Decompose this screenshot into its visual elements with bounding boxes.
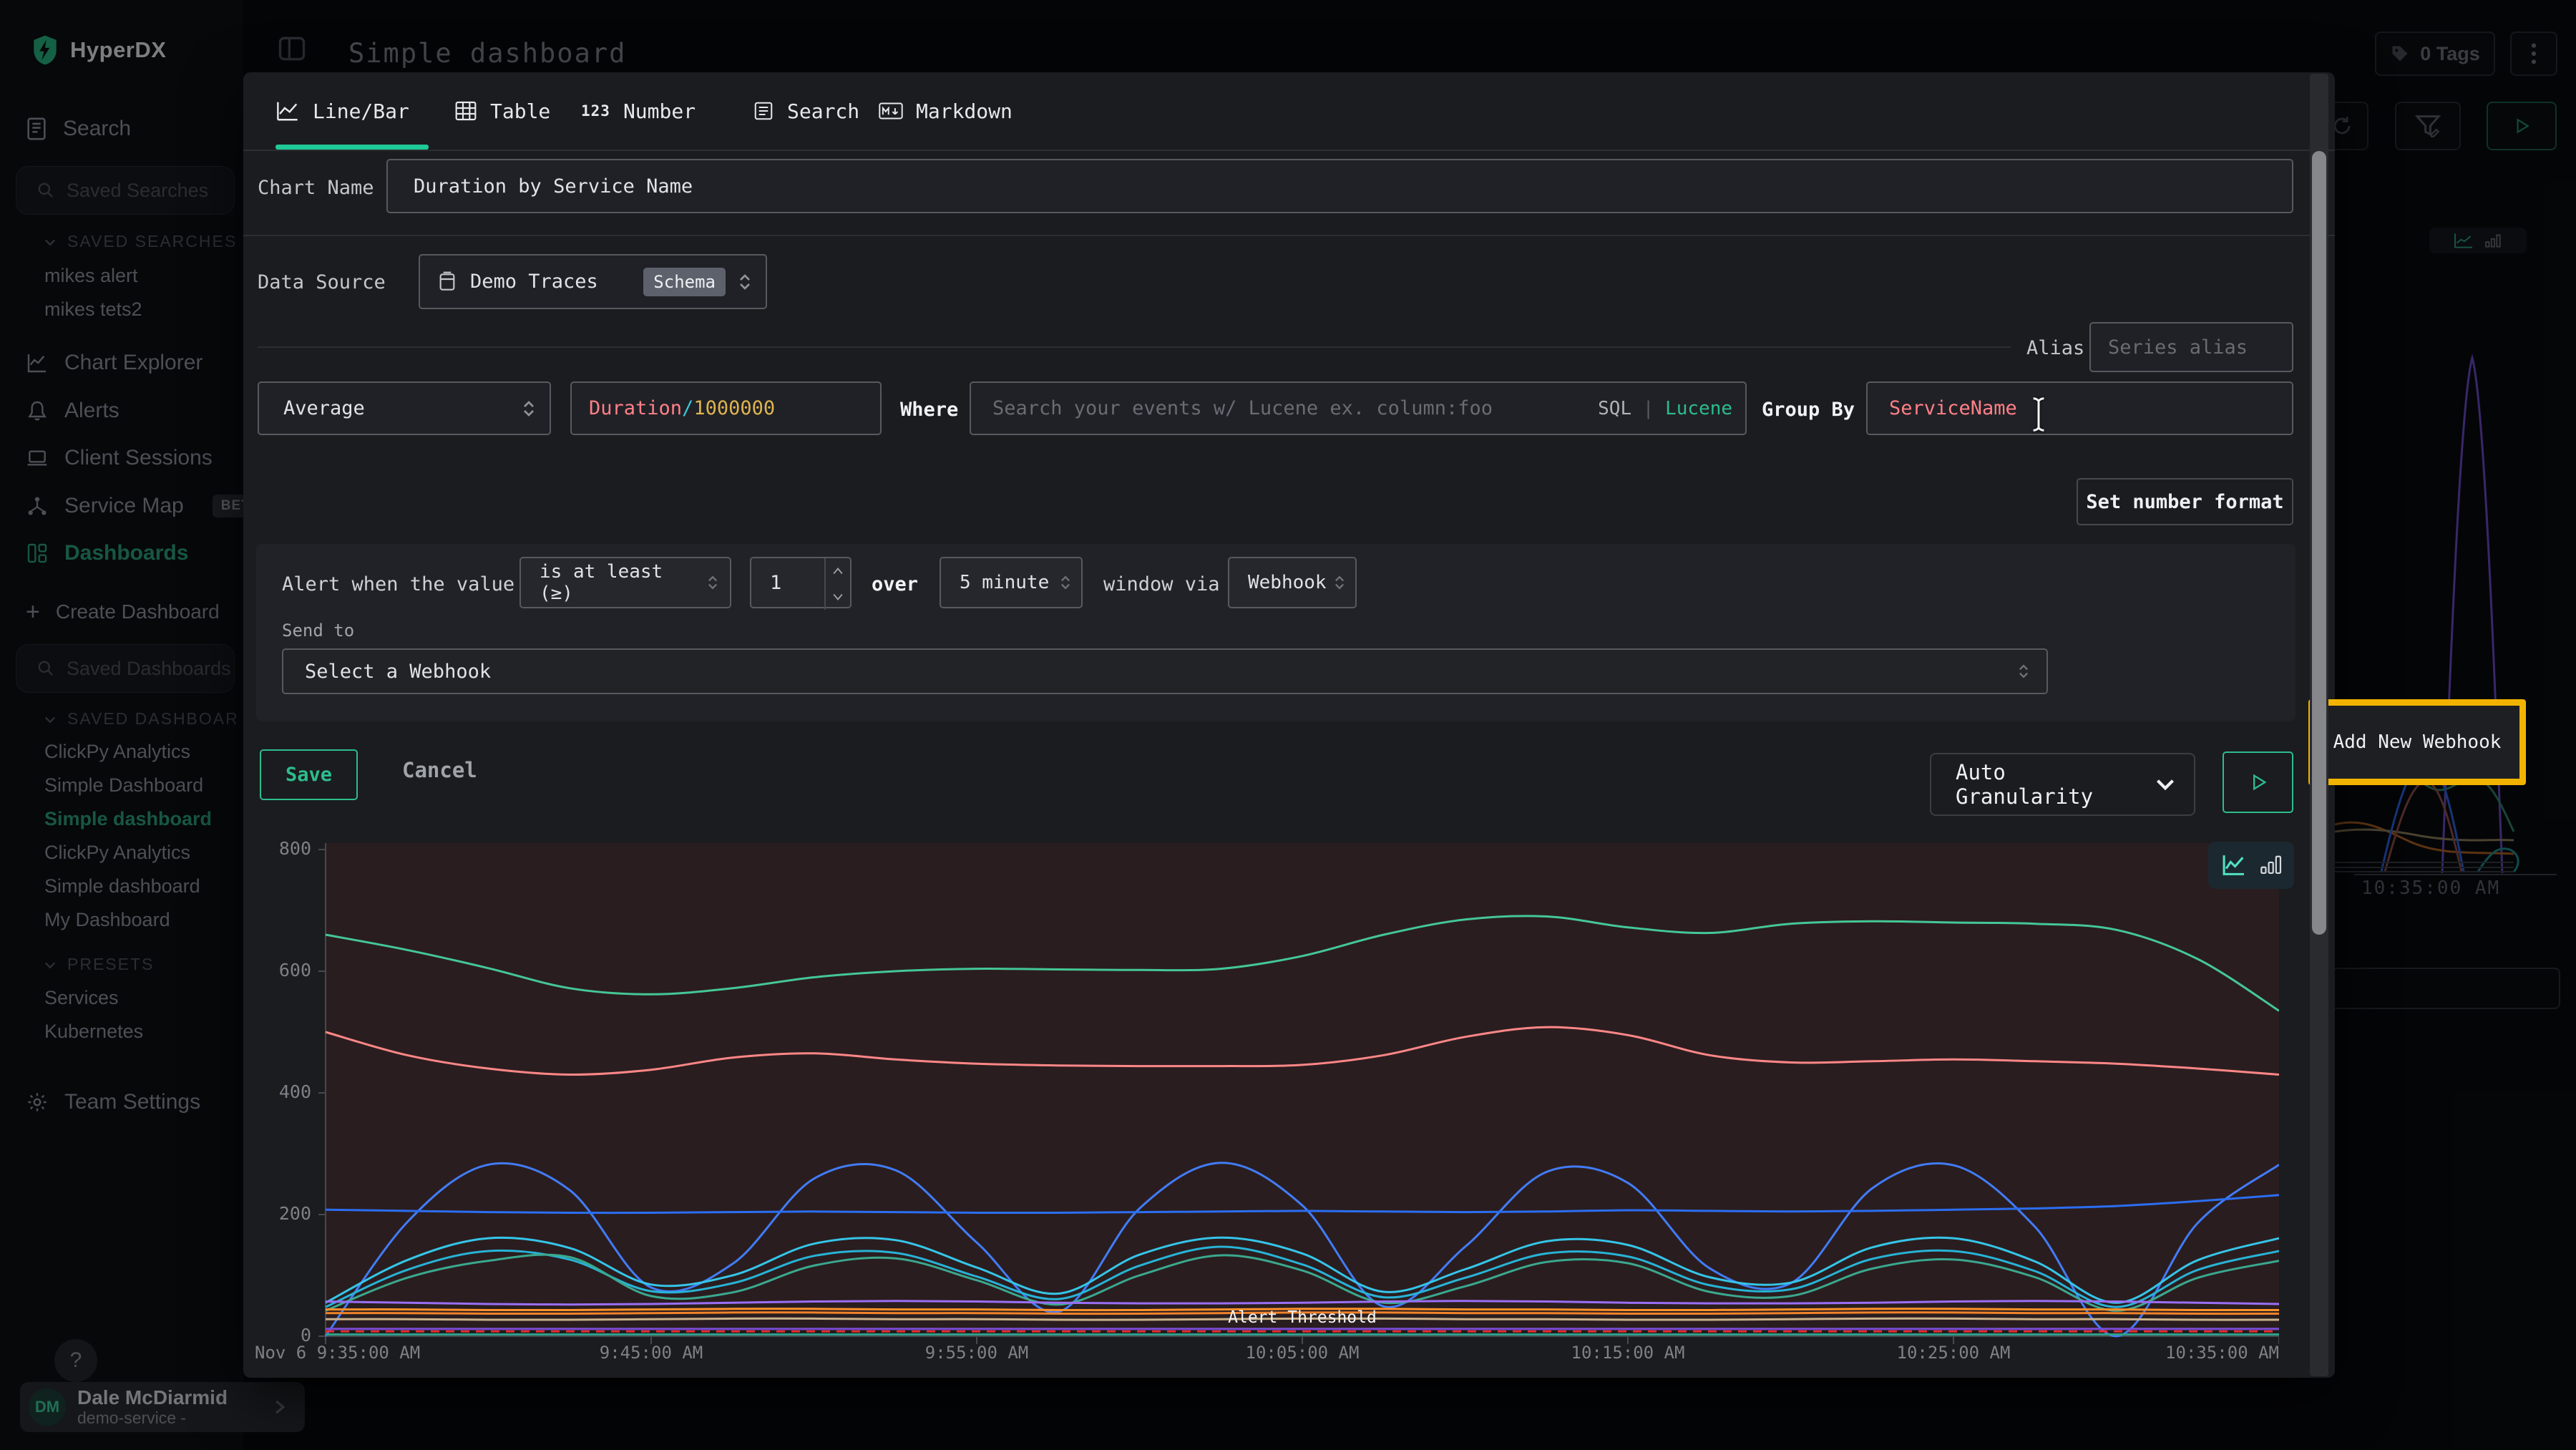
alert-over-label: over xyxy=(872,573,918,595)
webhook-select[interactable]: Select a Webhook xyxy=(282,648,2048,694)
select-chevrons-icon xyxy=(1334,573,1345,592)
edit-chart-modal: Line/Bar Table 123 Number Search Markdow… xyxy=(243,72,2335,1378)
cancel-button[interactable]: Cancel xyxy=(402,758,477,782)
set-number-format-button[interactable]: Set number format xyxy=(2077,478,2293,525)
app-window: HyperDX Search Saved Searches SAVED SEAR… xyxy=(0,0,2576,1450)
data-source-label: Data Source xyxy=(258,271,386,293)
chart-type-toggle[interactable] xyxy=(2208,842,2294,889)
y-tick-label: 600 xyxy=(243,960,311,981)
query-language-toggle[interactable]: SQL | Lucene xyxy=(1598,398,1732,419)
select-chevrons-icon xyxy=(2018,662,2029,681)
tab-table[interactable]: Table xyxy=(454,72,550,150)
bar-chart-icon xyxy=(2260,853,2282,877)
group-by-input[interactable]: ServiceName xyxy=(1866,381,2293,435)
add-new-webhook-button[interactable]: Add New Webhook xyxy=(2333,731,2502,753)
tab-search[interactable]: Search xyxy=(753,72,859,150)
table-icon xyxy=(454,100,477,122)
x-tick-label: 10:05:00 AM xyxy=(1195,1343,1410,1363)
select-chevrons-icon xyxy=(522,398,535,419)
alias-input[interactable]: Series alias xyxy=(2089,322,2293,372)
select-chevrons-icon xyxy=(707,573,718,592)
y-tick-label: 400 xyxy=(243,1081,311,1102)
scrollbar-thumb[interactable] xyxy=(2312,151,2326,935)
tab-markdown[interactable]: Markdown xyxy=(879,72,1013,150)
alert-window-select[interactable]: 5 minute xyxy=(940,557,1083,608)
alias-label: Alias xyxy=(2026,337,2084,359)
x-tick-label: Nov 6 9:35:00 AM xyxy=(255,1343,420,1363)
send-to-label: Send to xyxy=(282,621,354,641)
alert-prefix: Alert when the value xyxy=(282,573,514,595)
play-icon xyxy=(2248,772,2268,792)
database-icon xyxy=(437,271,457,293)
line-chart-icon xyxy=(275,100,300,122)
schema-badge[interactable]: Schema xyxy=(643,268,726,296)
divider xyxy=(243,235,2335,236)
chevron-down-icon xyxy=(2155,777,2175,792)
where-label: Where xyxy=(900,399,958,421)
markdown-icon xyxy=(879,100,903,122)
text-cursor-icon xyxy=(2029,396,2048,433)
chart-name-label: Chart Name xyxy=(258,177,374,199)
modal-scrollbar[interactable] xyxy=(2310,74,2328,1376)
tab-number[interactable]: 123 Number xyxy=(581,72,696,150)
aggregation-select[interactable]: Average xyxy=(258,381,551,435)
active-tab-indicator xyxy=(275,145,429,150)
x-tick-label: 10:35:00 AM xyxy=(2150,1343,2279,1363)
data-source-select[interactable]: Demo Traces Schema xyxy=(419,254,767,309)
alert-channel-select[interactable]: Webhook xyxy=(1228,557,1357,608)
select-chevrons-icon xyxy=(1060,573,1071,592)
add-webhook-highlight: Add New Webhook xyxy=(2308,699,2526,785)
alert-condition-select[interactable]: is at least (≥) xyxy=(519,557,731,608)
chart-type-tabs: Line/Bar Table 123 Number Search Markdow… xyxy=(243,72,2335,151)
number-123-icon: 123 xyxy=(581,102,610,120)
number-stepper[interactable] xyxy=(824,558,850,610)
y-tick-label: 200 xyxy=(243,1203,311,1224)
x-tick-label: 10:15:00 AM xyxy=(1521,1343,1735,1363)
alert-via-label: window via xyxy=(1103,573,1220,595)
where-search-input[interactable]: Search your events w/ Lucene ex. column:… xyxy=(970,381,1747,435)
field-expression-input[interactable]: Duration/1000000 xyxy=(570,381,882,435)
y-tick-label: 800 xyxy=(243,838,311,859)
group-by-label: Group By xyxy=(1762,399,1855,421)
select-chevrons-icon xyxy=(738,271,751,293)
chart-name-input[interactable]: Duration by Service Name xyxy=(386,159,2293,213)
x-tick-label: 9:55:00 AM xyxy=(869,1343,1084,1363)
alert-preview-chart[interactable] xyxy=(297,802,2279,1360)
x-tick-label: 9:45:00 AM xyxy=(544,1343,758,1363)
tab-line-bar[interactable]: Line/Bar xyxy=(275,72,409,150)
line-chart-icon xyxy=(2220,853,2248,877)
alert-threshold-label: Alert Threshold xyxy=(1188,1308,1417,1327)
search-doc-icon xyxy=(753,100,774,122)
alert-threshold-input[interactable]: 1 xyxy=(750,557,852,608)
series-divider xyxy=(258,346,2011,348)
x-tick-label: 10:25:00 AM xyxy=(1846,1343,2061,1363)
save-button[interactable]: Save xyxy=(260,749,358,800)
